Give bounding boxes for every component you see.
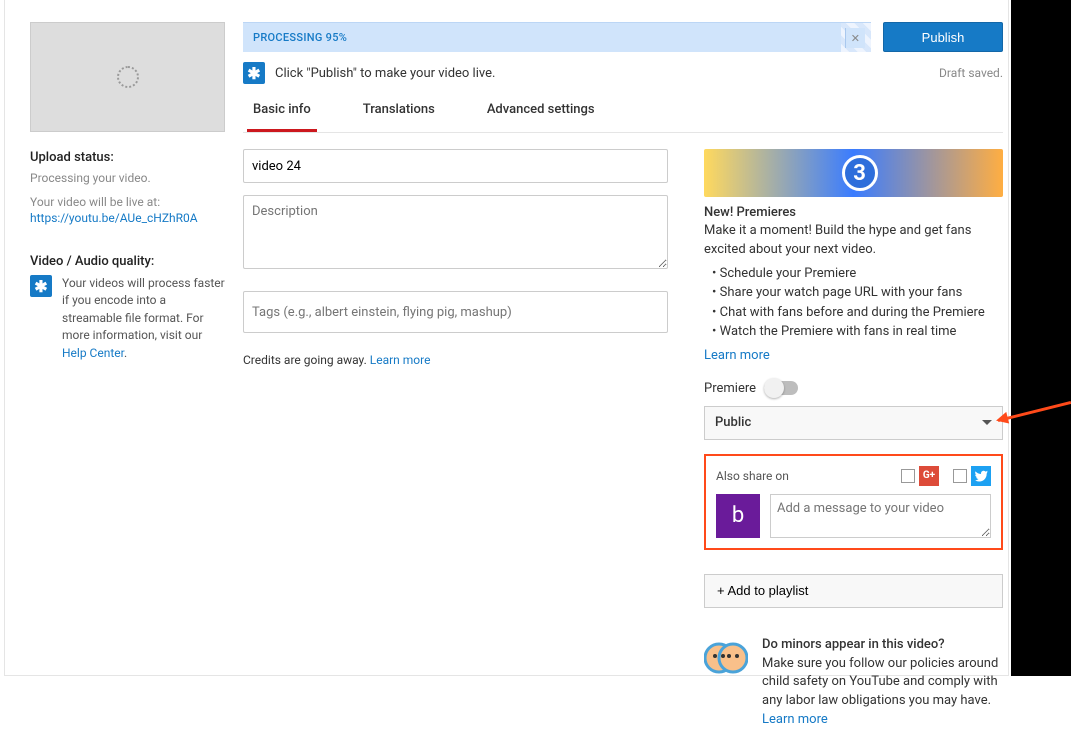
left-column: Upload status: Processing your video. Yo… [30, 22, 225, 362]
form-left: Credits are going away. Learn more [243, 149, 668, 730]
premiere-toggle[interactable] [764, 381, 798, 395]
premiere-banner: 3 [704, 149, 1003, 197]
top-bar: PROCESSING 95% ✕ Publish [243, 22, 1003, 52]
tags-input[interactable] [243, 291, 668, 333]
title-input[interactable] [243, 149, 668, 183]
list-item: Watch the Premiere with fans in real tim… [712, 322, 1003, 342]
credits-notice: Credits are going away. Learn more [243, 353, 668, 367]
close-icon[interactable]: ✕ [845, 28, 865, 48]
upload-status-text: Processing your video. [30, 169, 225, 187]
list-item: Chat with fans before and during the Pre… [712, 303, 1003, 323]
draft-saved-label: Draft saved. [939, 66, 1003, 80]
share-gplus-checkbox[interactable] [901, 469, 915, 483]
premieres-bullets: Schedule your Premiere Share your watch … [712, 264, 1003, 342]
premiere-toggle-label: Premiere [704, 381, 756, 396]
credits-text: Credits are going away. [243, 353, 370, 367]
twitter-icon [971, 466, 991, 486]
upload-panel: Upload status: Processing your video. Yo… [4, 0, 1009, 676]
minors-section: Do minors appear in this video? Make sur… [704, 636, 1003, 730]
chevron-down-icon [982, 420, 992, 425]
form-right: 3 New! Premieres Make it a moment! Build… [704, 149, 1003, 730]
minors-icon [704, 636, 748, 680]
privacy-value: Public [715, 415, 751, 430]
publish-button[interactable]: Publish [883, 22, 1003, 52]
asterisk-icon: ✱ [30, 275, 52, 297]
quality-text-body: Your videos will process faster if you e… [62, 276, 225, 342]
asterisk-icon: ✱ [243, 62, 265, 84]
list-item: Schedule your Premiere [712, 264, 1003, 284]
processing-label: PROCESSING 95% [253, 31, 347, 44]
gplus-icon: G+ [919, 466, 939, 486]
video-thumbnail-placeholder [30, 22, 225, 132]
description-textarea[interactable] [243, 195, 668, 269]
tab-translations[interactable]: Translations [357, 102, 441, 132]
premieres-text: Make it a moment! Build the hype and get… [704, 222, 1003, 260]
help-center-link[interactable]: Help Center [62, 346, 124, 360]
premiere-countdown-icon: 3 [842, 155, 878, 191]
upload-status-title: Upload status: [30, 150, 225, 165]
minors-text: Make sure you follow our policies around… [762, 656, 998, 709]
quality-title: Video / Audio quality: [30, 254, 225, 269]
tab-basic-info[interactable]: Basic info [247, 102, 317, 132]
share-twitter-checkbox[interactable] [953, 469, 967, 483]
tab-advanced-settings[interactable]: Advanced settings [481, 102, 601, 132]
spinner-icon [117, 66, 139, 88]
list-item: Share your watch page URL with your fans [712, 283, 1003, 303]
black-sidebar [1011, 0, 1071, 676]
also-share-box: Also share on G+ [704, 454, 1003, 550]
add-to-playlist-button[interactable]: + Add to playlist [704, 574, 1003, 608]
quality-text: Your videos will process faster if you e… [62, 275, 225, 362]
publish-hint: Click "Publish" to make your video live. [275, 66, 495, 81]
video-url-link[interactable]: https://youtu.be/AUe_cHZhR0A [30, 211, 198, 225]
avatar: b [716, 494, 760, 538]
share-icons: G+ [901, 466, 991, 486]
privacy-select[interactable]: Public [704, 406, 1003, 440]
credits-learn-more-link[interactable]: Learn more [370, 353, 431, 367]
processing-bar: PROCESSING 95% ✕ [243, 22, 871, 52]
live-at-label: Your video will be live at: [30, 193, 225, 211]
premieres-learn-more-link[interactable]: Learn more [704, 348, 770, 363]
also-share-label: Also share on [716, 469, 789, 483]
share-message-textarea[interactable] [770, 494, 991, 538]
minors-learn-more-link[interactable]: Learn more [762, 712, 828, 727]
premieres-title: New! Premieres [704, 205, 1003, 220]
minors-title: Do minors appear in this video? [762, 636, 1003, 655]
tabs: Basic info Translations Advanced setting… [243, 102, 1003, 133]
right-column: PROCESSING 95% ✕ Publish ✱ Click "Publis… [243, 22, 1003, 730]
